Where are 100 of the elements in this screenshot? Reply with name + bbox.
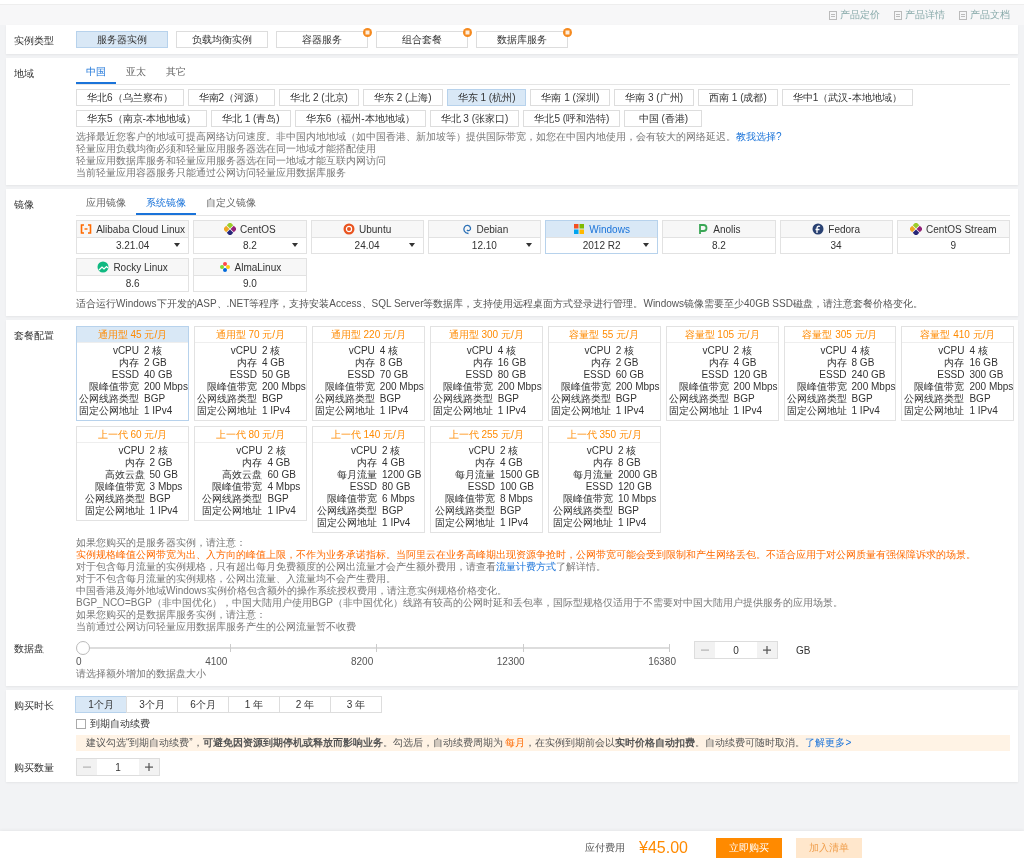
image-option[interactable]: AlmaLinux bbox=[194, 259, 306, 276]
option-button[interactable]: 华南2（河源） bbox=[187, 89, 276, 106]
option-button[interactable]: 华中1（武汉-本地地域） bbox=[781, 89, 913, 106]
spec-value: 3 Mbps bbox=[149, 481, 183, 493]
spec-label: ESSD bbox=[466, 481, 495, 493]
checkbox[interactable] bbox=[76, 719, 86, 729]
spec-value: BGP bbox=[379, 393, 402, 405]
spec-label: 公网线路类型 bbox=[201, 493, 263, 505]
spec-value: 120 GB bbox=[733, 369, 769, 381]
image-option[interactable]: Fedora bbox=[780, 221, 892, 238]
duration-option[interactable]: 6个月 bbox=[177, 696, 229, 713]
option-button[interactable]: 华东 2 (上海) bbox=[362, 89, 443, 106]
spec-label: ESSD bbox=[584, 481, 613, 493]
duration-option[interactable]: 3个月 bbox=[126, 696, 178, 713]
spec-label: 内存 bbox=[707, 357, 729, 369]
spec-label: vCPU bbox=[701, 345, 729, 357]
spec-label: ESSD bbox=[228, 369, 257, 381]
plan-title: 通用型 45 元/月 bbox=[77, 327, 188, 343]
option-button[interactable]: 华北5 (呼和浩特) bbox=[523, 110, 621, 127]
plan-card[interactable]: 上一代 60 元/月 vCPU 2 核 内存 2 GB 高效云盘 50 GB 限峰值带宽 3 Mbps 公网线路类型 BGP 固定公网地址 1 IPv4 bbox=[76, 426, 189, 521]
option-button[interactable]: 中国 (香港) bbox=[624, 110, 703, 127]
image-option[interactable]: Rocky Linux bbox=[77, 259, 189, 276]
spec-label: 内存 bbox=[356, 457, 378, 469]
os-logo-icon bbox=[218, 261, 231, 273]
option-button[interactable]: 华南 3 (广州) bbox=[614, 89, 695, 106]
spec-value: 1 IPv4 bbox=[149, 505, 179, 517]
option-button[interactable]: 华东5（南京-本地地域） bbox=[76, 110, 207, 127]
option-button[interactable]: 负载均衡实例 bbox=[176, 31, 268, 48]
image-option[interactable]: Ubuntu bbox=[311, 221, 423, 238]
plan-card[interactable]: 容量型 410 元/月 vCPU 4 核 内存 16 GB ESSD 300 GB 限峰值带宽 200 Mbps 公网线路类型 BGP 固定公网地址 1 IPv4 bbox=[901, 326, 1015, 421]
spec-value: 8 GB bbox=[379, 357, 404, 369]
spec-label: 公网线路类型 bbox=[78, 393, 139, 405]
slider-thumb[interactable] bbox=[76, 641, 90, 655]
plus-icon bbox=[763, 646, 771, 654]
spec-value: 200 Mbps bbox=[969, 381, 1014, 393]
spec-value: BGP bbox=[382, 505, 405, 517]
increment-button[interactable] bbox=[139, 759, 159, 775]
spec-label: 限峰值带宽 bbox=[88, 381, 139, 393]
duration-option[interactable]: 1个月 bbox=[75, 696, 127, 713]
plan-card[interactable]: 上一代 80 元/月 vCPU 2 核 内存 4 GB 高效云盘 60 GB 限峰值带宽 4 Mbps 公网线路类型 BGP 固定公网地址 1 IPv4 bbox=[193, 426, 307, 521]
help-link[interactable]: 教我选择? bbox=[736, 131, 782, 142]
image-option[interactable]: Debian bbox=[428, 221, 540, 238]
image-option[interactable]: Alibaba Cloud Linux bbox=[77, 221, 189, 238]
spec-label: 固定公网地址 bbox=[83, 505, 145, 517]
tab[interactable]: 应用镜像 bbox=[76, 195, 136, 215]
option-button[interactable]: 西南 1 (成都) bbox=[698, 89, 778, 106]
tab[interactable]: 其它 bbox=[156, 64, 196, 84]
spec-label: ESSD bbox=[110, 369, 139, 381]
plan-card[interactable]: 上一代 140 元/月 vCPU 2 核 内存 4 GB 每月流量 1200 GB ESSD 80 GB 限峰值带宽 6 Mbps 公网线路类型 BGP 固定公网地址 1 IPv4 bbox=[311, 426, 425, 533]
spec-value: 200 Mbps bbox=[615, 381, 660, 393]
image-option[interactable]: CentOS Stream bbox=[897, 221, 1009, 238]
spec-value: 4 核 bbox=[851, 345, 871, 357]
note-text: 中国香港及海外地域Windows实例价格包含额外的操作系统授权费用，请注意实例规格价格变化。 bbox=[76, 585, 508, 597]
duration-option[interactable]: 3 年 bbox=[330, 696, 382, 713]
spec-value: 4 核 bbox=[497, 345, 518, 357]
spec-label: 每月流量 bbox=[336, 469, 378, 481]
tab[interactable]: 亚太 bbox=[116, 64, 156, 84]
spec-value: 1 IPv4 bbox=[267, 505, 297, 517]
plan-card[interactable]: 通用型 220 元/月 vCPU 4 核 内存 8 GB ESSD 70 GB 限峰值带宽 200 Mbps 公网线路类型 BGP 固定公网地址 1 IPv4 bbox=[311, 326, 425, 421]
number-stepper[interactable]: 0 bbox=[694, 641, 778, 659]
option-button[interactable]: 华北6（乌兰察布） bbox=[76, 89, 184, 106]
help-link[interactable]: 流量计费方式 bbox=[496, 561, 556, 572]
image-option[interactable]: CentOS bbox=[194, 221, 306, 238]
plan-card[interactable]: 上一代 350 元/月 vCPU 2 核 内存 8 GB 每月流量 2000 GB ESSD 120 GB 限峰值带宽 10 Mbps 公网线路类型 BGP 固定公网地址 1 IPv4 bbox=[547, 426, 661, 533]
plan-card[interactable]: 容量型 105 元/月 vCPU 2 核 内存 4 GB ESSD 120 GB 限峰值带宽 200 Mbps 公网线路类型 BGP 固定公网地址 1 IPv4 bbox=[665, 326, 779, 421]
number-stepper[interactable]: 1 bbox=[76, 758, 160, 776]
spec-value: 1500 GB bbox=[500, 469, 540, 481]
tick-label: 8200 bbox=[350, 656, 374, 667]
spec-label: vCPU bbox=[467, 445, 495, 457]
spec-value: 1 IPv4 bbox=[497, 405, 528, 417]
option-button[interactable]: 华东 1 (杭州) bbox=[446, 89, 527, 106]
image-option[interactable]: Windows bbox=[546, 221, 658, 238]
plan-card[interactable]: 容量型 305 元/月 vCPU 4 核 内存 8 GB ESSD 240 GB 限峰值带宽 200 Mbps 公网线路类型 BGP 固定公网地址 1 IPv4 bbox=[783, 326, 897, 421]
increment-button[interactable] bbox=[757, 642, 777, 658]
option-button[interactable]: 华北 1 (青岛) bbox=[210, 110, 291, 127]
spec-label: 固定公网地址 bbox=[78, 405, 139, 417]
spec-label: 内存 bbox=[353, 357, 375, 369]
tab[interactable]: 系统镜像 bbox=[136, 195, 196, 215]
tab[interactable]: 中国 bbox=[76, 64, 116, 84]
plan-card[interactable]: 通用型 70 元/月 vCPU 2 核 内存 4 GB ESSD 50 GB 限峰值带宽 200 Mbps 公网线路类型 BGP 固定公网地址 1 IPv4 bbox=[193, 326, 307, 421]
option-button[interactable]: 华北 2 (北京) bbox=[279, 89, 359, 106]
option-button[interactable]: 服务器实例 bbox=[76, 31, 168, 48]
tab[interactable]: 自定义镜像 bbox=[196, 195, 266, 215]
duration-option[interactable]: 1 年 bbox=[228, 696, 280, 713]
os-logo-icon bbox=[812, 223, 825, 235]
learn-more-link[interactable]: 了解更多> bbox=[805, 737, 852, 748]
plan-card[interactable]: 上一代 255 元/月 vCPU 2 核 内存 4 GB 每月流量 1500 GB ESSD 100 GB 限峰值带宽 8 Mbps 公网线路类型 BGP 固定公网地址 1 IPv4 bbox=[429, 426, 543, 533]
spec-label: 公网线路类型 bbox=[434, 505, 495, 517]
spec-value: 1 IPv4 bbox=[500, 517, 530, 529]
option-button[interactable]: 华南 1 (深圳) bbox=[530, 89, 611, 106]
plan-card[interactable]: 通用型 45 元/月 vCPU 2 核 内存 2 GB ESSD 40 GB 限峰值带宽 200 Mbps 公网线路类型 BGP 固定公网地址 1 IPv4 bbox=[76, 326, 189, 421]
os-logo-icon bbox=[697, 223, 710, 235]
option-button[interactable]: 华北 3 (张家口) bbox=[429, 110, 520, 127]
image-option[interactable]: Anolis bbox=[663, 221, 775, 238]
duration-option[interactable]: 2 年 bbox=[279, 696, 331, 713]
option-button[interactable]: 华东6（福州-本地地域） bbox=[294, 110, 426, 127]
plan-card[interactable]: 通用型 300 元/月 vCPU 4 核 内存 16 GB ESSD 80 GB 限峰值带宽 200 Mbps 公网线路类型 BGP 固定公网地址 1 IPv4 bbox=[429, 326, 543, 421]
plan-card[interactable]: 容量型 55 元/月 vCPU 2 核 内存 2 GB ESSD 60 GB 限峰值带宽 200 Mbps 公网线路类型 BGP 固定公网地址 1 IPv4 bbox=[547, 326, 661, 421]
spec-value: 240 GB bbox=[851, 369, 887, 381]
spec-value: 8 GB bbox=[617, 457, 642, 469]
